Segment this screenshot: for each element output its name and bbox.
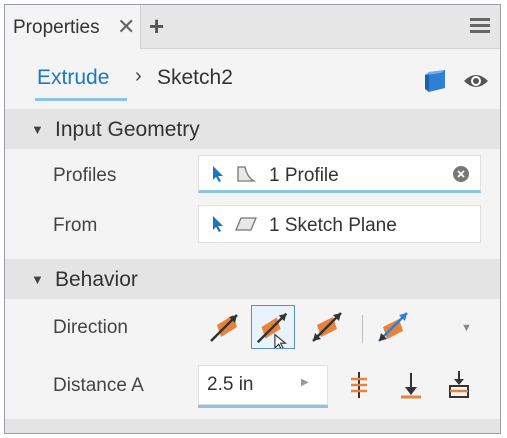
breadcrumb-current: Sketch2 [157,66,233,89]
from-value: 1 Sketch Plane [269,215,397,236]
direction-flipped-icon[interactable] [251,305,295,349]
panel-tab-bar: Properties ✕ + [5,5,500,49]
close-icon[interactable]: ✕ [117,14,135,40]
distance-a-input[interactable] [207,374,297,396]
direction-label: Direction [53,317,128,338]
distance-to-icon[interactable] [395,369,427,401]
distance-dropdown-icon[interactable]: ▶ [301,377,309,388]
select-cursor-icon [213,216,223,232]
direction-asymmetric-icon[interactable] [371,305,415,349]
properties-tab[interactable]: Properties ✕ [5,5,141,49]
cube-icon[interactable] [423,68,449,94]
clear-selection-icon[interactable] [452,165,470,183]
breadcrumb: Extrude › Sketch2 [5,49,500,109]
profiles-label: Profiles [53,165,117,186]
profiles-value: 1 Profile [269,165,339,186]
from-label: From [53,215,98,236]
collapse-arrow-icon: ▼ [31,272,44,287]
direction-symmetric-icon[interactable] [305,305,349,349]
from-selector[interactable]: 1 Sketch Plane [198,205,481,243]
eye-icon[interactable] [463,71,489,91]
select-cursor-icon [213,166,223,182]
distance-a-underline [198,405,328,408]
properties-tab-label: Properties [13,17,100,38]
distance-midplane-icon[interactable] [343,369,375,401]
distance-through-all-icon[interactable] [443,369,475,401]
breadcrumb-underline [35,98,127,101]
behavior-title: Behavior [55,268,138,291]
properties-panel: Properties ✕ + Extrude › Sketch2 ▼ Input… [4,4,501,434]
input-geometry-header[interactable]: ▼ Input Geometry [5,109,500,149]
collapse-arrow-icon: ▼ [31,122,44,137]
add-tab-icon[interactable]: + [149,11,164,42]
profile-icon [237,166,257,182]
hamburger-menu-icon[interactable] [470,18,490,34]
direction-dropdown-icon[interactable]: ▼ [461,322,472,334]
input-geometry-title: Input Geometry [55,118,200,141]
breadcrumb-separator: › [135,65,142,87]
next-section-header [5,419,500,433]
direction-default-icon[interactable] [203,305,247,349]
profiles-selector[interactable]: 1 Profile [198,155,481,193]
distance-a-label: Distance A [53,375,144,396]
sketch-plane-icon [235,217,257,231]
direction-divider [362,315,363,343]
behavior-header[interactable]: ▼ Behavior [5,259,500,299]
breadcrumb-extrude-link[interactable]: Extrude [37,66,109,90]
